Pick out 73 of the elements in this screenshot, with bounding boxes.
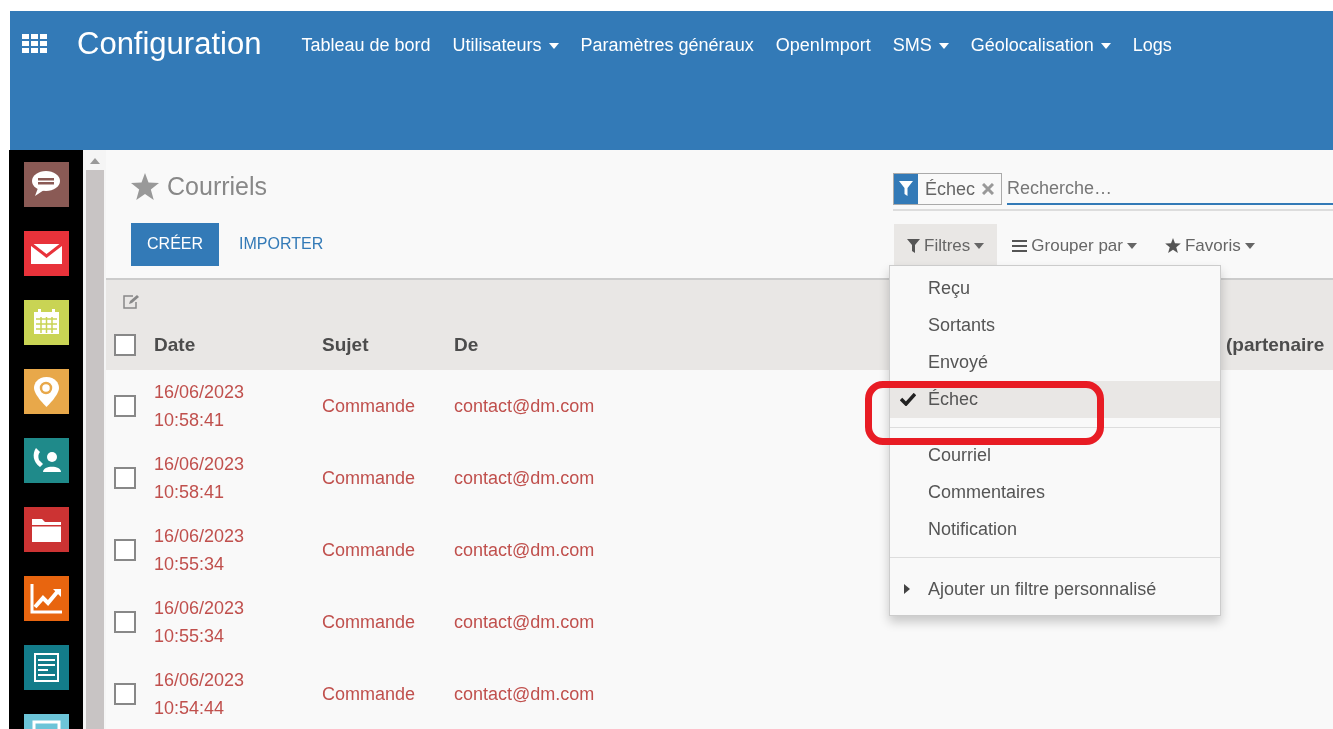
date-cell-text: 16/06/2023 10:55:34 xyxy=(154,597,246,648)
subject-cell: Commande xyxy=(322,683,416,704)
chat-bubble-icon[interactable] xyxy=(23,162,69,207)
star-icon[interactable] xyxy=(131,173,159,201)
scroll-up-arrow-icon[interactable] xyxy=(89,158,100,164)
date-cell-text: 16/06/2023 10:54:44 xyxy=(154,669,246,720)
nav-menu-item[interactable]: Géolocalisation xyxy=(970,32,1111,59)
group-by-button[interactable]: Grouper par xyxy=(999,224,1150,267)
line-chart-icon[interactable] xyxy=(23,576,69,621)
filter-icon xyxy=(907,238,920,253)
calendar-icon[interactable] xyxy=(23,300,69,345)
select-all-checkbox[interactable] xyxy=(114,334,136,357)
date-cell-text: 16/06/2023 10:58:41 xyxy=(154,381,246,432)
edit-icon[interactable] xyxy=(122,294,140,310)
row-checkbox[interactable] xyxy=(114,611,136,633)
column-header[interactable]: De xyxy=(454,334,479,355)
column-header[interactable]: Date xyxy=(154,334,196,355)
favorites-button[interactable]: Favoris xyxy=(1151,224,1268,267)
filter-icon xyxy=(899,181,913,197)
page-title: Courriels xyxy=(167,171,268,202)
filter-menu-item[interactable]: Courriel xyxy=(890,437,1220,474)
folder-icon[interactable] xyxy=(23,507,69,552)
search-facet[interactable]: Échec xyxy=(893,173,1003,205)
sender-cell: contact@dm.com xyxy=(454,467,595,488)
filter-menu-item[interactable]: Reçu xyxy=(890,270,1220,307)
nav-menu-item[interactable]: OpenImport xyxy=(775,32,871,59)
subject-cell: Commande xyxy=(322,611,416,632)
subject-cell: Commande xyxy=(322,467,416,488)
caret-icon xyxy=(1100,42,1111,49)
date-cell-text: 16/06/2023 10:58:41 xyxy=(154,453,246,504)
checkmark-icon xyxy=(900,393,916,406)
filter-menu-item[interactable]: Commentaires xyxy=(890,474,1220,511)
caret-icon xyxy=(938,42,949,49)
row-checkbox[interactable] xyxy=(114,395,136,417)
caret-icon xyxy=(974,242,985,249)
scrollbar-thumb[interactable] xyxy=(85,170,104,729)
filters-button[interactable]: Filtres xyxy=(894,224,998,267)
create-button[interactable]: CRÉER xyxy=(131,222,220,266)
row-checkbox[interactable] xyxy=(114,467,136,489)
filter-menu-item[interactable]: Sortants xyxy=(890,307,1220,344)
search-field[interactable]: Recherche… xyxy=(1007,173,1333,205)
nav-menu-item[interactable]: Tableau de bord xyxy=(301,32,431,59)
phone-contact-icon[interactable] xyxy=(23,438,69,483)
sender-cell: contact@dm.com xyxy=(454,683,595,704)
envelope-icon[interactable] xyxy=(23,231,69,276)
list-icon xyxy=(1012,239,1028,252)
filter-menu-item[interactable]: Envoyé xyxy=(890,344,1220,381)
nav-menu-item[interactable]: Logs xyxy=(1132,32,1172,59)
map-pin-icon[interactable] xyxy=(23,369,69,414)
caret-right-icon xyxy=(904,584,910,594)
add-custom-filter-item[interactable]: Ajouter un filtre personnalisé xyxy=(890,567,1220,611)
column-header[interactable]: Sujet xyxy=(322,334,369,355)
nav-menu-item[interactable]: Paramètres généraux xyxy=(580,32,754,59)
sender-cell: contact@dm.com xyxy=(454,539,595,560)
subject-cell: Commande xyxy=(322,539,416,560)
subject-cell: Commande xyxy=(322,395,416,416)
remove-facet-icon[interactable] xyxy=(982,183,995,195)
document-icon[interactable] xyxy=(23,645,69,690)
row-checkbox[interactable] xyxy=(114,683,136,705)
caret-icon xyxy=(548,42,559,49)
nav-menu-item[interactable]: Utilisateurs xyxy=(452,32,559,59)
filter-menu-item[interactable]: Notification xyxy=(890,511,1220,548)
nav-menu-item[interactable]: SMS xyxy=(892,32,949,59)
star-icon xyxy=(1164,238,1181,253)
apps-grid-icon[interactable] xyxy=(22,34,48,54)
sender-cell: contact@dm.com xyxy=(454,611,595,632)
row-checkbox[interactable] xyxy=(114,539,136,561)
import-button[interactable]: IMPORTER xyxy=(219,222,344,266)
sender-cell: contact@dm.com xyxy=(454,395,595,416)
app-title: Configuration xyxy=(77,26,262,62)
date-cell-text: 16/06/2023 10:55:34 xyxy=(154,525,246,576)
caret-icon xyxy=(1244,242,1255,249)
caret-icon xyxy=(1126,242,1137,249)
